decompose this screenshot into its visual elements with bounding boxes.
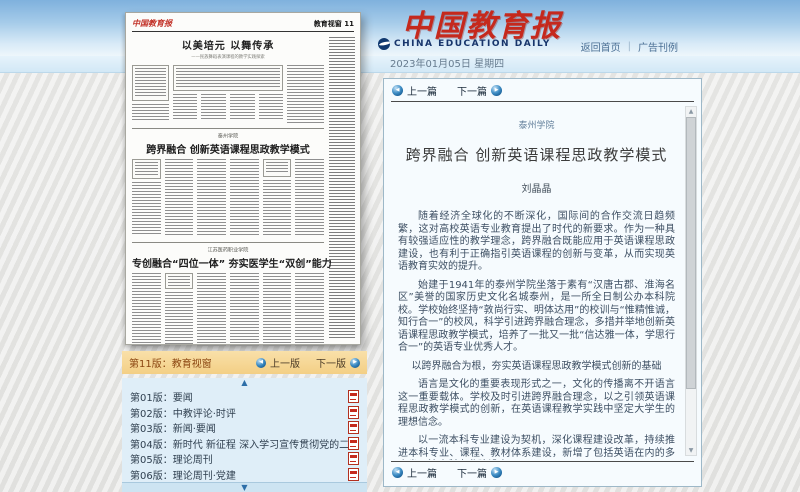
article-paragraph: 语言是文化的重要表现形式之一，文化的传播离不开语言这一重要载体。学校及时引进跨界… [398, 379, 675, 429]
paper-article-1: 以美培元 以舞传承 ——民族舞蹈表演课程的教学实践探索 [132, 37, 324, 123]
article-paragraph: 以跨界融合为根，夯实英语课程思政教学模式创新的基础 [398, 361, 675, 374]
next-article-button[interactable]: 下一篇 [457, 83, 487, 98]
paper-divider [132, 242, 324, 243]
prev-article-button[interactable]: 上一篇 [407, 83, 437, 98]
article-author: 刘晶晶 [398, 180, 675, 195]
article-nav-top: ◀ 上一篇 下一篇 ▶ [384, 79, 701, 101]
paper-article-2: 泰州学院 跨界融合 创新英语课程思政教学模式 [132, 131, 324, 237]
edition-list-item[interactable]: 第03版：新闻·要闻 [122, 420, 367, 436]
paper-text-column [287, 65, 324, 123]
scroll-up-strip[interactable]: ▲ [122, 378, 367, 389]
article-paragraph: 随着经济全球化的不断深化，国际间的合作交流日趋频繁，这对高校英语专业教育提出了时… [398, 211, 675, 274]
divider-line [391, 101, 694, 102]
pdf-icon[interactable] [348, 390, 359, 403]
edition-item-label: 第03版：新闻·要闻 [130, 420, 348, 435]
edition-item-label: 第02版：中教评论·时评 [130, 405, 348, 420]
next-edition-icon[interactable]: ▶ [350, 358, 360, 368]
article-nav-bottom: ◀ 上一篇 下一篇 ▶ [384, 461, 510, 483]
date-bar: 2023年01月05日 星期四 [0, 56, 800, 73]
down-triangle-icon: ▼ [241, 483, 247, 492]
scrollbar-thumb[interactable] [686, 117, 696, 389]
edition-list-item[interactable]: 第06版：理论周刊·党建 [122, 467, 367, 483]
paper-page-label: 教育视窗 11 [314, 19, 354, 29]
paper-article-3-headline[interactable]: 专创融合“四位一体” 夯实医学生“双创”能力 [132, 255, 324, 270]
paper-divider [132, 128, 324, 129]
paper-right-column-text [329, 37, 355, 338]
prev-article-icon[interactable]: ◀ [392, 467, 403, 478]
next-edition-button[interactable]: 下一版 [316, 355, 346, 370]
edition-list: ▲ 第01版：要闻 第02版：中教评论·时评 第03版：新闻·要闻 第04版：新… [122, 378, 367, 492]
next-article-icon[interactable]: ▶ [491, 85, 502, 96]
up-triangle-icon: ▲ [241, 378, 247, 387]
site-logo-english: CHINA EDUCATION DAILY [394, 39, 551, 49]
newspaper-page-preview[interactable]: 中国教育报 教育视窗 11 以美培元 以舞传承 ——民族舞蹈表演课程的教学实践探… [125, 12, 361, 345]
prev-edition-icon[interactable]: ◀ [256, 358, 266, 368]
scrollbar-down-icon[interactable]: ▼ [686, 447, 696, 454]
edition-item-label: 第04版：新时代 新征程 深入学习宣传贯彻党的二十大精神专刊 [130, 436, 348, 451]
article-reader-panel: ◀ 上一篇 下一篇 ▶ 泰州学院 跨界融合 创新英语课程思政教学模式 刘晶晶 随… [383, 78, 702, 487]
paper-article-2-headline[interactable]: 跨界融合 创新英语课程思政教学模式 [132, 141, 324, 156]
edition-list-item[interactable]: 第05版：理论周刊 [122, 451, 367, 467]
article-organization: 泰州学院 [398, 118, 675, 131]
link-ads[interactable]: 广告刊例 [638, 39, 678, 54]
paper-text-column [132, 159, 161, 237]
article-paragraph: 以一流本科专业建设为契机，深化课程建设改革，持续推进本科专业、课程、教材体系建设… [398, 435, 675, 460]
globe-icon [378, 38, 390, 50]
pdf-icon[interactable] [348, 437, 359, 450]
pdf-icon[interactable] [348, 421, 359, 434]
prev-article-icon[interactable]: ◀ [392, 85, 403, 96]
scroll-down-strip[interactable]: ▼ [122, 482, 367, 492]
paper-text-column [132, 65, 169, 123]
article-paragraph: 始建于1941年的泰州学院坐落于素有“汉唐古郡、淮海名区”美誉的国家历史文化名城… [398, 280, 675, 355]
edition-item-label: 第05版：理论周刊 [130, 451, 348, 466]
paper-article-2-pretitle: 泰州学院 [146, 132, 309, 140]
edition-list-item[interactable]: 第01版：要闻 [122, 389, 367, 405]
edition-item-label: 第06版：理论周刊·党建 [130, 467, 348, 482]
paper-text-column [263, 159, 292, 237]
prev-article-button[interactable]: 上一篇 [407, 465, 437, 480]
paper-text-column [173, 65, 283, 123]
edition-item-label: 第01版：要闻 [130, 389, 348, 404]
pdf-icon[interactable] [348, 406, 359, 419]
pdf-icon[interactable] [348, 468, 359, 481]
paper-masthead-title: 中国教育报 [132, 18, 172, 29]
edition-list-item[interactable]: 第02版：中教评论·时评 [122, 405, 367, 421]
scrollbar-up-icon[interactable]: ▲ [686, 108, 696, 115]
next-article-button[interactable]: 下一篇 [457, 465, 487, 480]
next-article-icon[interactable]: ▶ [491, 467, 502, 478]
paper-masthead: 中国教育报 教育视窗 11 [132, 17, 354, 32]
article-content: 泰州学院 跨界融合 创新英语课程思政教学模式 刘晶晶 随着经济全球化的不断深化，… [398, 103, 675, 460]
current-edition-label: 第11版：教育视窗 [129, 355, 252, 370]
paper-article-3-pretitle: 江苏医药职业学院 [146, 246, 309, 254]
article-title: 跨界融合 创新英语课程思政教学模式 [398, 144, 675, 165]
edition-list-item[interactable]: 第04版：新时代 新征程 深入学习宣传贯彻党的二十大精神专刊 [122, 436, 367, 452]
link-separator: | [628, 41, 631, 52]
paper-article-3: 江苏医药职业学院 专创融合“四位一体” 夯实医学生“双创”能力 [132, 245, 324, 347]
link-home[interactable]: 返回首页 [581, 39, 621, 54]
edition-header-bar: 第11版：教育视窗 ◀ 上一版 下一版 ▶ [122, 351, 367, 374]
article-scrollbar[interactable]: ▲ ▼ [685, 106, 697, 456]
paper-text-column [165, 273, 194, 347]
header-links: 返回首页 | 广告刊例 [581, 39, 678, 54]
prev-edition-button[interactable]: 上一版 [270, 355, 300, 370]
paper-article-1-headline[interactable]: 以美培元 以舞传承 [132, 37, 324, 52]
pdf-icon[interactable] [348, 452, 359, 465]
paper-article-1-subtitle: ——民族舞蹈表演课程的教学实践探索 [159, 53, 297, 59]
edition-navigator: 第11版：教育视窗 ◀ 上一版 下一版 ▶ ▲ 第01版：要闻 第02版：中教评… [122, 351, 367, 492]
